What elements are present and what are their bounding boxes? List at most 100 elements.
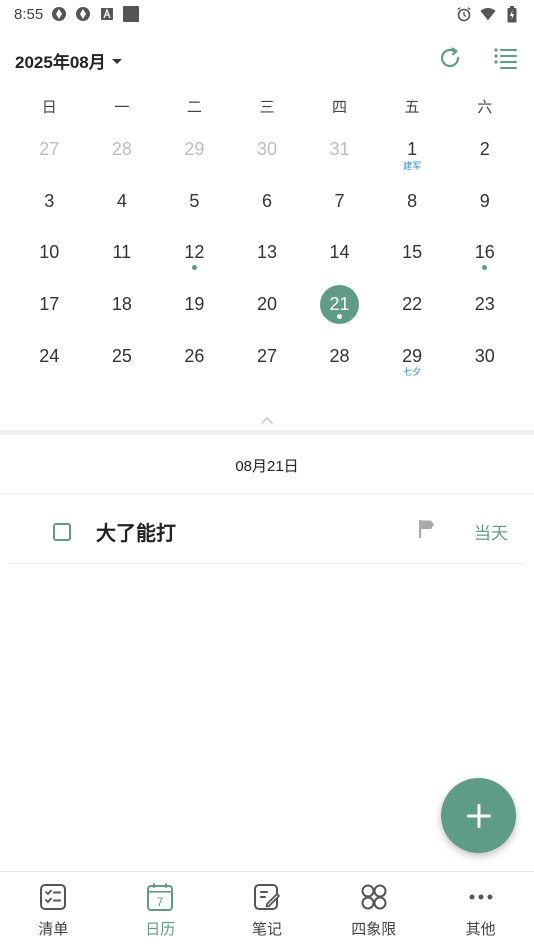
day-number: 16 <box>474 242 495 263</box>
calendar-day[interactable]: 28 <box>303 330 376 382</box>
weekday-label: 四 <box>332 99 348 116</box>
day-number: 25 <box>111 345 132 366</box>
nav-item-calendar[interactable]: 7 日历 <box>107 872 214 950</box>
status-bar: 8:55 <box>0 0 534 28</box>
add-task-button[interactable] <box>441 778 516 853</box>
calendar-day[interactable]: 6 <box>231 176 304 228</box>
wifi-icon <box>480 6 496 22</box>
day-number: 2 <box>479 139 490 160</box>
day-number: 22 <box>402 294 423 315</box>
calendar-day[interactable]: 3 <box>13 176 86 228</box>
list-view-icon <box>494 47 517 69</box>
calendar-day[interactable]: 15 <box>376 227 449 279</box>
day-number: 8 <box>407 190 418 211</box>
day-number: 24 <box>39 345 60 366</box>
calendar-day[interactable]: 30 <box>231 124 304 176</box>
nav-label: 清单 <box>38 921 69 938</box>
calendar-day[interactable]: 22 <box>376 279 449 331</box>
calendar-day[interactable]: 30 <box>448 330 521 382</box>
day-number: 11 <box>112 242 132 263</box>
day-number: 21 <box>329 294 350 315</box>
day-number: 29 <box>184 139 205 160</box>
day-number: 18 <box>111 294 132 315</box>
app-notification-icon <box>51 6 67 22</box>
calendar-day[interactable]: 11 <box>86 227 159 279</box>
day-number: 20 <box>256 294 277 315</box>
app-notification-icon <box>75 6 91 22</box>
day-number: 6 <box>261 190 272 211</box>
day-number: 4 <box>116 190 127 211</box>
weekday-label: 三 <box>259 99 275 116</box>
calendar-icon: 7 <box>145 882 175 912</box>
calendar-day[interactable]: 4 <box>86 176 159 228</box>
calendar-day[interactable]: 27 <box>231 330 304 382</box>
calendar-day[interactable]: 25 <box>86 330 159 382</box>
section-divider <box>0 430 534 435</box>
refresh-button[interactable] <box>437 45 463 76</box>
calendar-day[interactable]: 8 <box>376 176 449 228</box>
note-icon <box>252 882 282 912</box>
day-number: 31 <box>329 139 350 160</box>
nav-item-more[interactable]: 其他 <box>427 872 534 950</box>
calendar-day[interactable]: 28 <box>86 124 159 176</box>
calendar-day[interactable]: 29 七夕 <box>376 330 449 382</box>
calendar-day-selected[interactable]: 21 <box>303 279 376 331</box>
day-number: 14 <box>329 242 350 263</box>
day-number: 9 <box>479 190 490 211</box>
calendar-day[interactable]: 1 建军 <box>376 124 449 176</box>
calendar-day[interactable]: 26 <box>158 330 231 382</box>
day-number: 29 <box>402 345 423 366</box>
calendar-day[interactable]: 18 <box>86 279 159 331</box>
month-title: 2025年08月 <box>15 52 106 72</box>
day-number: 12 <box>184 242 205 263</box>
calendar-day[interactable]: 2 <box>448 124 521 176</box>
calendar-day[interactable]: 29 <box>158 124 231 176</box>
day-number: 27 <box>256 345 277 366</box>
calendar-day[interactable]: 7 <box>303 176 376 228</box>
svg-text:7: 7 <box>157 895 164 909</box>
flag-button[interactable] <box>418 519 436 544</box>
calendar-day[interactable]: 16 <box>448 227 521 279</box>
task-checkbox[interactable] <box>53 522 71 541</box>
day-number: 13 <box>256 242 277 263</box>
status-time: 8:55 <box>14 5 44 23</box>
calendar-day[interactable]: 19 <box>158 279 231 331</box>
calendar-day[interactable]: 5 <box>158 176 231 228</box>
task-item[interactable]: 大了能打 当天 <box>8 500 526 564</box>
bottom-nav: 清单 7 日历 笔记 四象限 其他 <box>0 871 534 950</box>
nav-item-list[interactable]: 清单 <box>0 872 107 950</box>
calendar-day[interactable]: 14 <box>303 227 376 279</box>
quadrant-icon <box>359 882 389 912</box>
month-selector[interactable]: 2025年08月 <box>15 48 122 73</box>
day-number: 30 <box>256 139 277 160</box>
calendar-day[interactable]: 31 <box>303 124 376 176</box>
collapse-calendar-button[interactable] <box>259 412 275 430</box>
weekday-label: 五 <box>404 99 420 116</box>
day-number: 30 <box>474 345 495 366</box>
list-view-button[interactable] <box>493 46 519 75</box>
caret-down-icon <box>111 58 122 64</box>
calendar-day[interactable]: 23 <box>448 279 521 331</box>
calendar-day[interactable]: 20 <box>231 279 304 331</box>
checklist-icon <box>38 882 68 912</box>
divider <box>0 493 534 494</box>
event-indicator-dot <box>191 265 197 271</box>
nav-item-quadrant[interactable]: 四象限 <box>320 872 427 950</box>
calendar-day[interactable]: 12 <box>158 227 231 279</box>
task-due-label[interactable]: 当天 <box>474 519 508 544</box>
day-number: 26 <box>184 345 205 366</box>
calendar-day[interactable]: 17 <box>13 279 86 331</box>
calendar-day[interactable]: 27 <box>13 124 86 176</box>
day-number: 17 <box>39 294 60 315</box>
nav-label: 笔记 <box>251 921 282 938</box>
calendar-day[interactable]: 9 <box>448 176 521 228</box>
calendar-day[interactable]: 13 <box>231 227 304 279</box>
weekday-label: 一 <box>114 99 130 116</box>
nav-item-notes[interactable]: 笔记 <box>214 872 321 950</box>
calendar-grid: 27 28 29 30 31 1 建军 2 3 4 5 6 7 8 9 10 11 12 13 14 15 16 17 18 1… <box>13 124 521 382</box>
calendar-day[interactable]: 10 <box>13 227 86 279</box>
day-number: 3 <box>44 190 55 211</box>
day-number: 1 <box>407 139 418 160</box>
plus-icon <box>466 803 491 828</box>
calendar-day[interactable]: 24 <box>13 330 86 382</box>
